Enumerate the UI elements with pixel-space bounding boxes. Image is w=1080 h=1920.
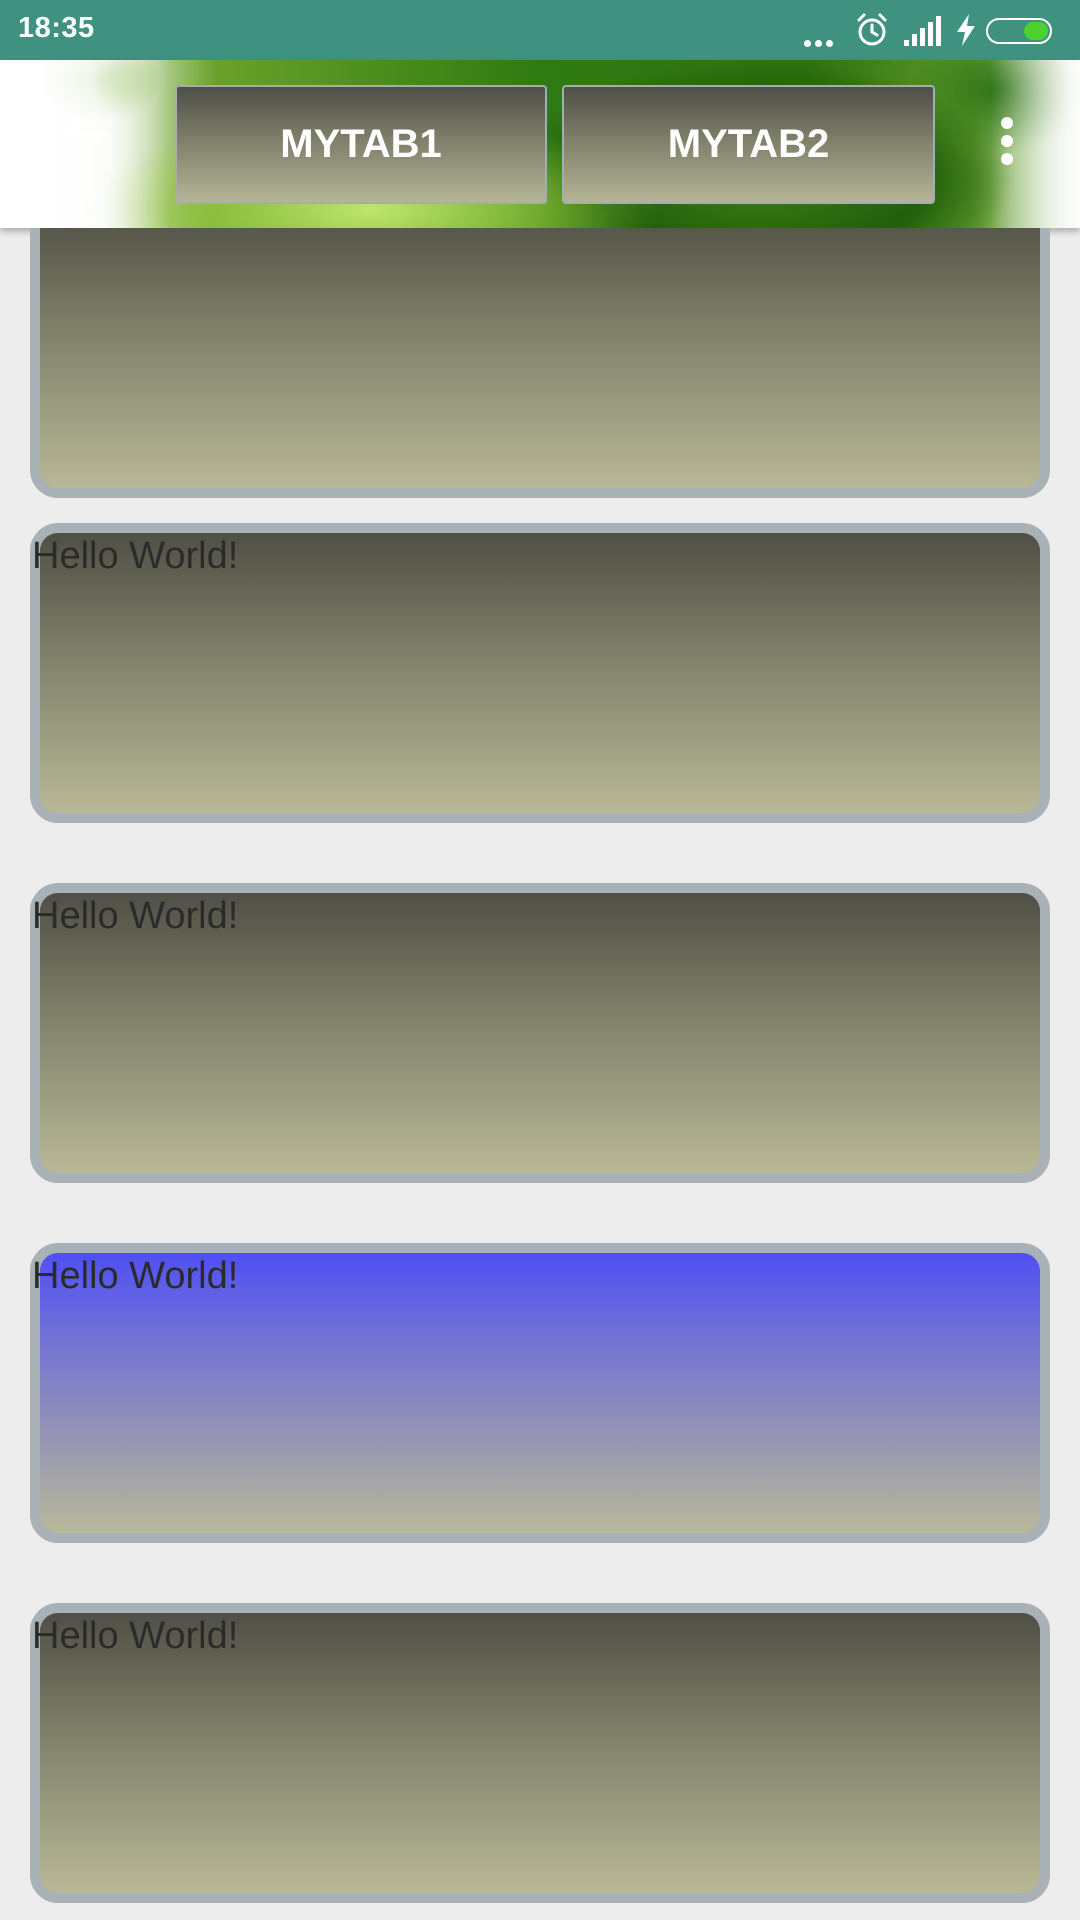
list-item[interactable]: Hello World!	[30, 883, 1050, 1183]
list-item[interactable]: Hello World!	[30, 1603, 1050, 1903]
more-notifications-icon	[804, 34, 840, 47]
status-icons	[804, 12, 1064, 48]
card-list[interactable]: Hello World! Hello World! Hello World! H…	[0, 228, 1080, 1920]
tab-mytab1[interactable]: MYTAB1	[175, 85, 547, 204]
status-time: 18:35	[18, 12, 95, 44]
battery-icon	[986, 18, 1052, 44]
card-text: Hello World!	[32, 1615, 239, 1657]
tab-label: MYTAB1	[280, 122, 442, 166]
list-item-selected[interactable]: Hello World!	[30, 1243, 1050, 1543]
signal-icon	[904, 16, 941, 46]
charging-icon	[957, 14, 975, 46]
tab-mytab2[interactable]: MYTAB2	[562, 85, 935, 204]
list-item[interactable]: Hello World!	[30, 523, 1050, 823]
app-bar: MYTAB1 MYTAB2	[0, 60, 1080, 228]
tab-label: MYTAB2	[667, 122, 830, 166]
card-text: Hello World!	[32, 1255, 239, 1297]
card-text: Hello World!	[32, 535, 239, 577]
back-arrow-icon[interactable]	[62, 115, 114, 155]
status-bar: 18:35	[0, 0, 1080, 60]
list-item[interactable]	[30, 228, 1050, 498]
more-options-icon[interactable]	[995, 117, 1019, 173]
alarm-icon	[857, 13, 887, 46]
card-text: Hello World!	[32, 895, 239, 937]
